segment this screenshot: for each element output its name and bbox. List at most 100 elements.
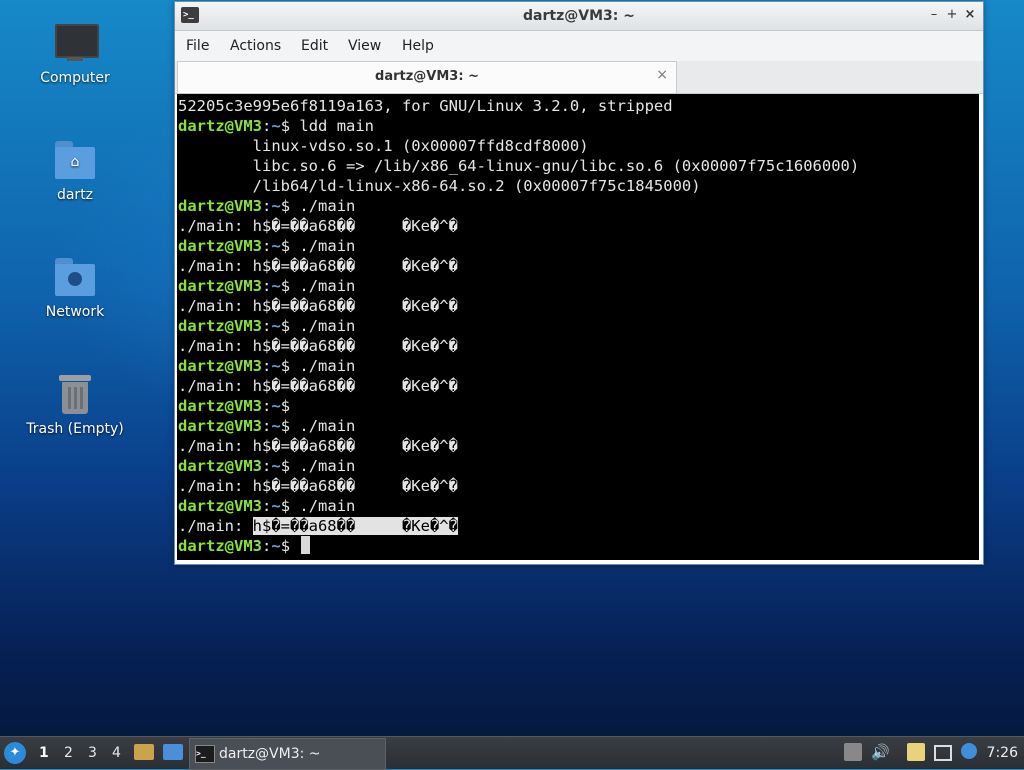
- terminal-output-line: libc.so.6 => /lib/x86_64-linux-gnu/libc.…: [178, 156, 860, 176]
- prompt-command: [290, 537, 299, 555]
- workspace-3[interactable]: 3: [88, 745, 97, 761]
- output-text: ./main: h$�=��a68�� �Ke�^�: [178, 297, 458, 315]
- desktop-icon-computer[interactable]: Computer: [22, 24, 128, 86]
- prompt-user: dartz@VM3: [178, 397, 262, 415]
- output-text: 52205c3e995e6f8119a163, for GNU/Linux 3.…: [178, 97, 673, 115]
- prompt-command: ./main: [290, 317, 356, 335]
- network-status-icon[interactable]: [934, 745, 952, 761]
- terminal-output-line: ./main: h$�=��a68�� �Ke�^�: [178, 296, 458, 316]
- workspace-4[interactable]: 4: [112, 745, 121, 761]
- terminal-output-line: ./main: h$�=��a68�� �Ke�^�: [178, 476, 458, 496]
- prompt-path: ~: [271, 117, 281, 135]
- terminal-prompt-line: dartz@VM3:~$ ./main: [178, 416, 355, 436]
- terminal-prompt-line: dartz@VM3:~$ ./main: [178, 276, 355, 296]
- clock[interactable]: 7:26: [987, 745, 1018, 761]
- terminal-output-line: ./main: h$�=��a68�� �Ke�^�: [178, 376, 458, 396]
- prompt-separator: :: [262, 397, 272, 415]
- window-title: dartz@VM3: ~: [523, 8, 635, 24]
- prompt-separator: :: [262, 117, 272, 135]
- terminal-prompt-line: dartz@VM3:~$ ./main: [178, 356, 355, 376]
- output-text: ./main: h$�=��a68�� �Ke�^�: [178, 217, 458, 235]
- prompt-user: dartz@VM3: [178, 497, 262, 515]
- terminal-prompt-line: dartz@VM3:~$ ./main: [178, 456, 355, 476]
- taskbar-task-terminal[interactable]: >_ dartz@VM3: ~: [189, 738, 386, 770]
- close-button[interactable]: ×: [961, 6, 979, 24]
- upload-icon[interactable]: [844, 743, 862, 761]
- prompt-command: ./main: [290, 277, 356, 295]
- terminal-prompt-line: dartz@VM3:~$ ./main: [178, 316, 355, 336]
- prompt-command: ./main: [290, 417, 356, 435]
- prompt-user: dartz@VM3: [178, 197, 262, 215]
- prompt-path: ~: [271, 397, 281, 415]
- tab-close-icon[interactable]: ×: [656, 67, 668, 83]
- tab-terminal[interactable]: dartz@VM3: ~ ×: [177, 61, 677, 93]
- menu-view[interactable]: View: [348, 38, 381, 54]
- prompt-user: dartz@VM3: [178, 537, 262, 555]
- desktop-icon-network[interactable]: Network: [22, 258, 128, 320]
- desktop-icon-label: Computer: [40, 70, 110, 86]
- prompt-separator: :: [262, 457, 272, 475]
- output-text: ./main: h$�=��a68�� �Ke�^�: [178, 437, 458, 455]
- app-menu-icon[interactable]: ✦: [4, 742, 26, 764]
- notification-icon[interactable]: [961, 743, 977, 759]
- desktop-icon-label: Trash (Empty): [26, 421, 124, 437]
- workspace-2[interactable]: 2: [64, 745, 73, 761]
- prompt-user: dartz@VM3: [178, 457, 262, 475]
- terminal-output-line: /lib64/ld-linux-x86-64.so.2 (0x00007f75c…: [178, 176, 701, 196]
- desktop-icon-trash[interactable]: Trash (Empty): [22, 375, 128, 437]
- prompt-path: ~: [271, 317, 281, 335]
- prompt-symbol: $: [280, 537, 291, 555]
- terminal-output-line: ./main: h$�=��a68�� �Ke�^�: [178, 516, 458, 536]
- output-text: libc.so.6 => /lib/x86_64-linux-gnu/libc.…: [178, 157, 860, 175]
- prompt-symbol: $: [280, 397, 291, 415]
- show-desktop-icon[interactable]: [163, 744, 183, 760]
- prompt-path: ~: [271, 457, 281, 475]
- desktop-icon-label: dartz: [56, 187, 94, 203]
- terminal-prompt-line: dartz@VM3:~$ ./main: [178, 496, 355, 516]
- prompt-user: dartz@VM3: [178, 317, 262, 335]
- prompt-separator: :: [262, 237, 272, 255]
- taskbar-task-label: dartz@VM3: ~: [219, 746, 321, 762]
- prompt-symbol: $: [280, 357, 291, 375]
- terminal-prompt-line: dartz@VM3:~$ ./main: [178, 196, 355, 216]
- prompt-command: ./main: [290, 497, 356, 515]
- trash-icon: [53, 375, 97, 415]
- file-manager-icon[interactable]: [134, 744, 154, 760]
- terminal-output-line: ./main: h$�=��a68�� �Ke�^�: [178, 336, 458, 356]
- desktop-icon-home[interactable]: ⌂ dartz: [22, 141, 128, 203]
- prompt-symbol: $: [280, 197, 291, 215]
- prompt-path: ~: [271, 357, 281, 375]
- terminal-output-line: ./main: h$�=��a68�� �Ke�^�: [178, 256, 458, 276]
- maximize-button[interactable]: +: [943, 6, 961, 24]
- window-titlebar[interactable]: >_ dartz@VM3: ~ – + ×: [175, 2, 983, 31]
- menu-actions[interactable]: Actions: [230, 38, 281, 54]
- tab-label: dartz@VM3: ~: [375, 69, 479, 84]
- prompt-user: dartz@VM3: [178, 117, 262, 135]
- menu-file[interactable]: File: [186, 38, 209, 54]
- prompt-symbol: $: [280, 417, 291, 435]
- clipboard-icon[interactable]: [907, 743, 925, 761]
- menu-help[interactable]: Help: [402, 38, 434, 54]
- prompt-user: dartz@VM3: [178, 357, 262, 375]
- prompt-symbol: $: [280, 277, 291, 295]
- desktop-icon-label: Network: [45, 304, 105, 320]
- prompt-separator: :: [262, 197, 272, 215]
- prompt-command: ./main: [290, 237, 356, 255]
- prompt-symbol: $: [280, 317, 291, 335]
- volume-icon[interactable]: 🔊: [871, 743, 890, 761]
- prompt-symbol: $: [280, 457, 291, 475]
- terminal-prompt-line: dartz@VM3:~$ ldd main: [178, 116, 374, 136]
- output-text: ./main:: [178, 517, 253, 535]
- terminal-window: >_ dartz@VM3: ~ – + × File Actions Edit …: [174, 1, 984, 565]
- prompt-separator: :: [262, 277, 272, 295]
- prompt-user: dartz@VM3: [178, 277, 262, 295]
- menubar: File Actions Edit View Help: [175, 31, 983, 61]
- terminal-output-line: ./main: h$�=��a68�� �Ke�^�: [178, 216, 458, 236]
- prompt-path: ~: [271, 537, 281, 555]
- minimize-button[interactable]: –: [925, 6, 943, 24]
- terminal-output[interactable]: 52205c3e995e6f8119a163, for GNU/Linux 3.…: [177, 94, 979, 560]
- selected-text: h$�=��a68�� �Ke�^�: [252, 517, 458, 535]
- menu-edit[interactable]: Edit: [301, 38, 328, 54]
- output-text: ./main: h$�=��a68�� �Ke�^�: [178, 377, 458, 395]
- workspace-1[interactable]: 1: [39, 745, 49, 761]
